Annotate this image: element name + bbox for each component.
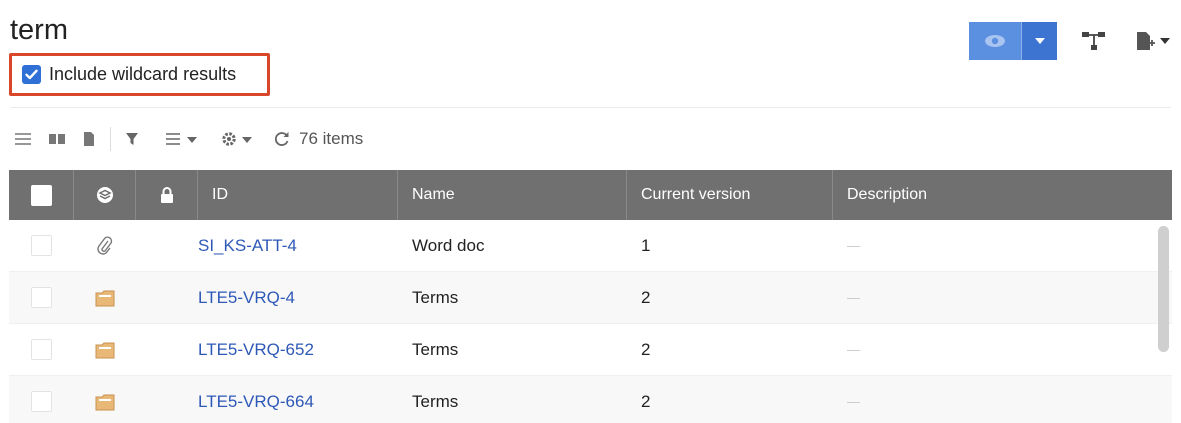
description-cell: — [847, 394, 860, 409]
lock-header[interactable] [136, 170, 198, 220]
table-body: SI_KS-ATT-4 Word doc 1 — LTE5-VRQ-4 Term… [9, 220, 1172, 423]
include-wildcard-label[interactable]: Include wildcard results [49, 64, 236, 85]
column-header-description[interactable]: Description [833, 170, 1172, 220]
settings-button[interactable] [221, 125, 255, 153]
filter-button[interactable] [125, 125, 139, 153]
description-cell: — [847, 290, 860, 305]
row-select-cell[interactable] [9, 220, 74, 272]
description-cell: — [847, 342, 860, 357]
id-cell: LTE5-VRQ-664 [198, 376, 398, 423]
id-cell: LTE5-VRQ-652 [198, 324, 398, 376]
row-select-cell[interactable] [9, 272, 74, 324]
document-view-button[interactable] [82, 125, 96, 153]
row-select-cell[interactable] [9, 324, 74, 376]
settings-icon [222, 132, 252, 146]
version-cell: 2 [641, 287, 651, 307]
item-id-link[interactable]: LTE5-VRQ-4 [198, 288, 295, 308]
type-header[interactable] [74, 170, 136, 220]
structure-button[interactable] [1081, 22, 1107, 60]
name-cell: Terms [412, 287, 459, 307]
name-cell: Word doc [412, 235, 485, 255]
type-cell [74, 220, 136, 272]
checkmark-icon [25, 69, 38, 80]
include-wildcard-checkbox[interactable] [22, 65, 41, 84]
row-select-cell[interactable] [9, 376, 74, 423]
type-cell [74, 272, 136, 324]
list-view-icon [15, 133, 31, 145]
lock-cell [136, 324, 198, 376]
item-id-link[interactable]: SI_KS-ATT-4 [198, 236, 297, 256]
lock-icon [160, 187, 173, 203]
export-icon [1137, 32, 1170, 50]
folder-icon [95, 342, 115, 358]
structure-icon [1082, 32, 1105, 50]
section-divider [10, 107, 1171, 108]
vertical-scrollbar[interactable] [1158, 226, 1169, 352]
layers-icon [96, 187, 113, 203]
table-row[interactable]: LTE5-VRQ-664 Terms 2 — [9, 376, 1172, 423]
id-cell: SI_KS-ATT-4 [198, 220, 398, 272]
paperclip-icon [97, 235, 113, 255]
name-cell: Terms [412, 391, 459, 411]
version-cell: 2 [641, 391, 651, 411]
table-row[interactable]: LTE5-VRQ-652 Terms 2 — [9, 324, 1172, 376]
wildcard-option[interactable]: Include wildcard results [9, 53, 270, 96]
view-dropdown-button[interactable] [1021, 22, 1057, 60]
select-all-checkbox[interactable] [30, 184, 52, 206]
column-list-icon [166, 133, 197, 145]
version-cell: 2 [641, 339, 651, 359]
list-view-button[interactable] [14, 125, 32, 153]
refresh-icon [274, 132, 289, 146]
top-actions [969, 20, 1171, 62]
column-header-current-version[interactable]: Current version [627, 170, 833, 220]
folder-icon [95, 290, 115, 306]
row-checkbox[interactable] [31, 287, 52, 308]
table-row[interactable]: SI_KS-ATT-4 Word doc 1 — [9, 220, 1172, 272]
view-split-button [969, 22, 1057, 60]
book-view-icon [49, 134, 65, 144]
lock-cell [136, 376, 198, 423]
column-header-name[interactable]: Name [398, 170, 627, 220]
lock-cell [136, 272, 198, 324]
table-header: ID Name Current version Description [9, 170, 1172, 220]
chevron-down-icon [1034, 38, 1045, 44]
refresh-button[interactable] [273, 125, 291, 153]
column-header-id[interactable]: ID [198, 170, 398, 220]
row-checkbox[interactable] [31, 391, 52, 412]
name-cell: Terms [412, 339, 459, 359]
description-cell: — [847, 238, 860, 253]
grid-toolbar: 76 items [14, 123, 363, 155]
view-button[interactable] [969, 22, 1021, 60]
item-id-link[interactable]: LTE5-VRQ-664 [198, 392, 314, 412]
type-cell [74, 324, 136, 376]
version-cell: 1 [641, 235, 651, 255]
filter-icon [126, 133, 138, 145]
id-cell: LTE5-VRQ-4 [198, 272, 398, 324]
item-id-link[interactable]: LTE5-VRQ-652 [198, 340, 314, 360]
type-cell [74, 376, 136, 423]
book-view-button[interactable] [48, 125, 66, 153]
table-row[interactable]: LTE5-VRQ-4 Terms 2 — [9, 272, 1172, 324]
row-checkbox[interactable] [31, 235, 52, 256]
row-checkbox[interactable] [31, 339, 52, 360]
lock-cell [136, 220, 198, 272]
folder-icon [95, 394, 115, 410]
item-count: 76 items [299, 129, 364, 148]
toolbar-separator [110, 127, 111, 151]
select-all-header[interactable] [9, 170, 74, 220]
export-button[interactable] [1135, 22, 1171, 60]
page-title: term [10, 14, 68, 46]
columns-button[interactable] [165, 125, 199, 153]
eye-icon [985, 35, 1005, 47]
document-view-icon [84, 132, 94, 146]
